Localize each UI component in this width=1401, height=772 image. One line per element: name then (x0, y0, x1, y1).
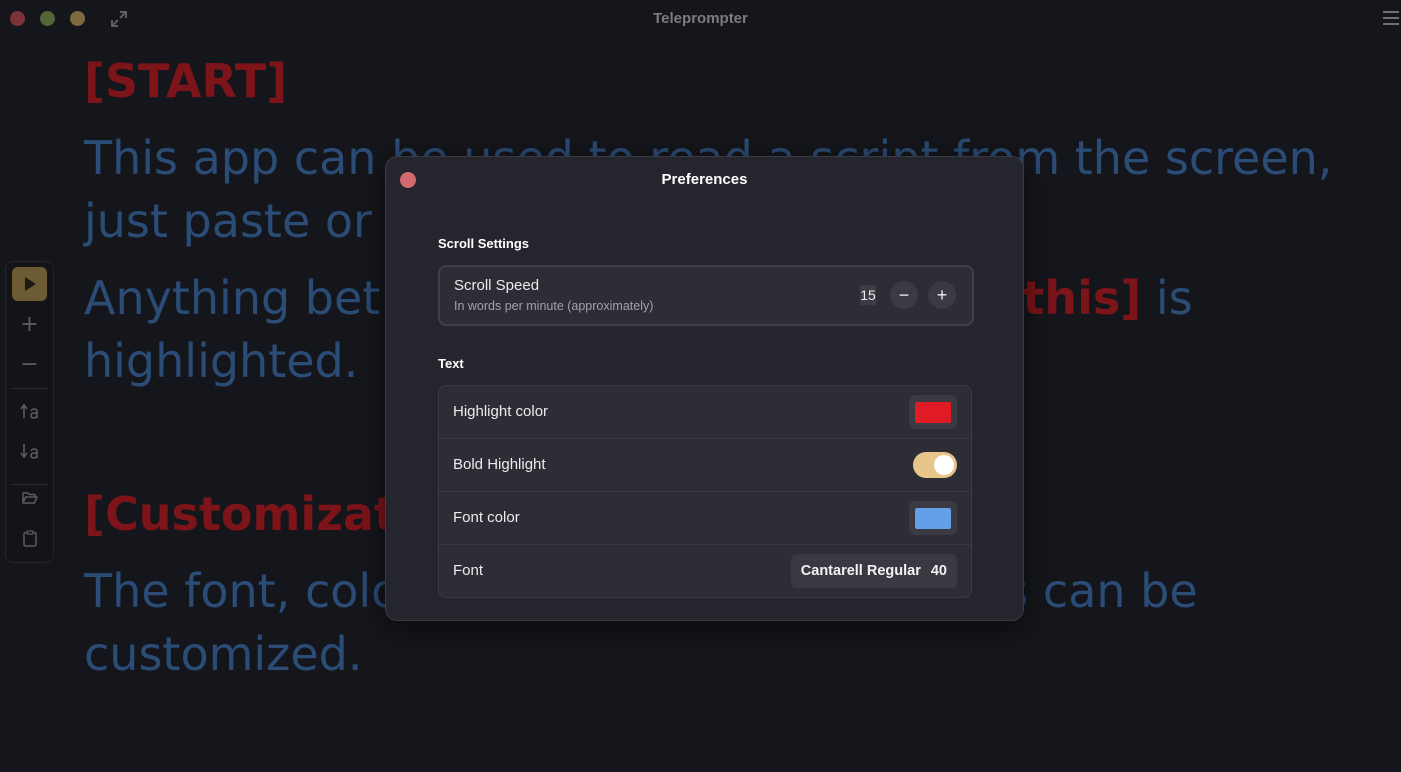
bold-highlight-label: Bold Highlight (453, 456, 546, 473)
play-button[interactable] (12, 267, 47, 301)
script-line-start: [START] (84, 50, 1374, 113)
highlight-marker: [START] (84, 54, 288, 108)
font-color-label: Font color (453, 509, 520, 526)
clipboard-icon (22, 529, 37, 547)
scroll-speed-decrease-button[interactable]: − (890, 281, 918, 309)
scroll-settings-card: Scroll Speed In words per minute (approx… (438, 265, 974, 326)
bold-highlight-switch[interactable] (913, 452, 957, 478)
play-icon (24, 277, 36, 291)
highlight-color-row: Highlight color (439, 386, 971, 439)
minus-icon: − (898, 285, 910, 305)
switch-knob (934, 455, 954, 475)
open-file-button[interactable] (12, 481, 47, 515)
decrease-text-size-button[interactable] (12, 434, 47, 468)
highlight-marker: [Customizat (84, 487, 397, 541)
bold-highlight-row: Bold Highlight (439, 439, 971, 492)
font-color-button[interactable] (909, 501, 957, 535)
highlight-color-button[interactable] (909, 395, 957, 429)
minus-icon: − (20, 352, 39, 377)
font-color-swatch (915, 508, 951, 529)
text-settings-card: Highlight color Bold Highlight Font colo… (438, 385, 972, 598)
font-chooser-button[interactable]: Cantarell Regular 40 (790, 554, 957, 588)
decrease-speed-button[interactable]: − (12, 348, 47, 382)
highlight-marker: this] (1022, 271, 1142, 325)
plus-icon: + (936, 285, 948, 305)
plus-icon: + (20, 312, 39, 337)
decrease-text-size-icon (19, 444, 38, 459)
playback-toolbar: + − (5, 261, 54, 563)
scroll-speed-increase-button[interactable]: + (928, 281, 956, 309)
hamburger-menu-icon[interactable] (1383, 11, 1399, 25)
font-size: 40 (930, 563, 947, 579)
increase-speed-button[interactable]: + (12, 308, 47, 342)
text-heading: Text (438, 356, 464, 371)
scroll-speed-subtitle: In words per minute (approximately) (454, 299, 654, 313)
preferences-dialog: Preferences Scroll Settings Scroll Speed… (385, 156, 1024, 621)
scroll-speed-label: Scroll Speed (454, 277, 540, 294)
app-title: Teleprompter (653, 10, 748, 27)
scroll-settings-heading: Scroll Settings (438, 236, 530, 251)
increase-text-size-icon (19, 403, 38, 419)
open-folder-icon (21, 492, 38, 504)
font-color-row: Font color (439, 492, 971, 545)
font-row: Font Cantarell Regular 40 (439, 545, 971, 597)
dialog-title: Preferences (661, 171, 748, 188)
font-name: Cantarell Regular (800, 563, 921, 579)
highlight-color-swatch (915, 402, 951, 423)
scroll-speed-input[interactable]: 15 (860, 285, 876, 305)
highlight-color-label: Highlight color (453, 403, 549, 420)
paste-clipboard-button[interactable] (12, 521, 47, 555)
toolbar-divider (11, 388, 48, 389)
increase-text-size-button[interactable] (12, 394, 47, 428)
font-label: Font (453, 562, 484, 579)
scroll-speed-row: Scroll Speed In words per minute (approx… (440, 267, 972, 324)
